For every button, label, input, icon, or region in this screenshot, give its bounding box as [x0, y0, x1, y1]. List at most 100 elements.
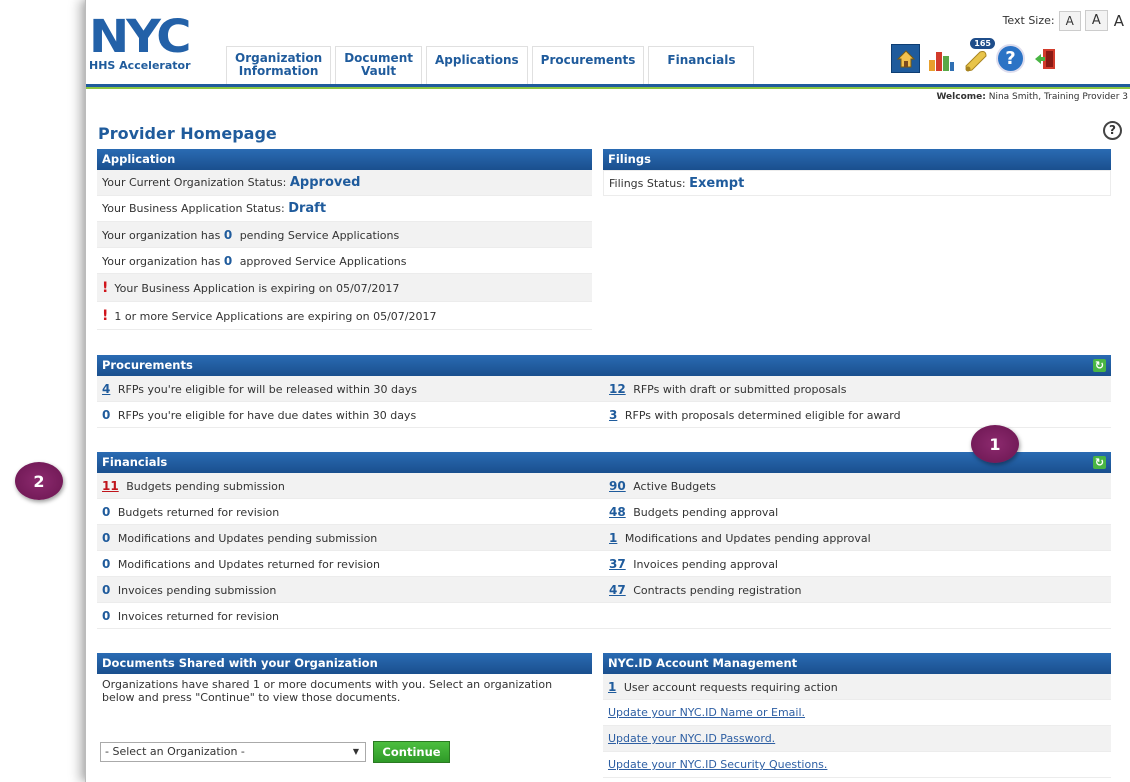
nycid-panel: NYC.ID Account Management 1 User account… — [603, 653, 1111, 778]
financials-item-text: Budgets pending approval — [633, 506, 779, 519]
tab-label: Applications — [434, 53, 519, 67]
financials-count: 0 — [102, 531, 111, 545]
text-size-small-button[interactable]: A — [1058, 10, 1081, 31]
text-size-large-button[interactable]: A — [1112, 12, 1126, 30]
rfps-release-count-link[interactable]: 4 — [102, 382, 110, 396]
financials-item-text: Invoices pending approval — [633, 558, 778, 571]
header-accent-line — [86, 87, 1130, 89]
tab-applications[interactable]: Applications — [425, 46, 528, 84]
approved-service-apps-row: Your organization has 0 approved Service… — [97, 248, 592, 274]
filings-panel-header: Filings — [603, 149, 1111, 170]
tab-organization-information[interactable]: Organization Information — [226, 46, 332, 84]
procurements-row: 4 RFPs you're eligible for will be relea… — [97, 376, 1111, 402]
financials-item-text: Invoices pending submission — [117, 584, 277, 597]
business-app-status-value: Draft — [288, 201, 327, 216]
application-panel: Application Your Current Organization St… — [97, 149, 592, 330]
pending-suffix: pending Service Applications — [239, 229, 400, 242]
nycid-panel-header: NYC.ID Account Management — [603, 653, 1111, 674]
approved-count: 0 — [223, 254, 233, 268]
financials-item-text: Budgets returned for revision — [117, 506, 280, 519]
financials-item: 0 Invoices pending submission — [97, 577, 604, 602]
header-icon-bar: 165 ? — [891, 37, 1060, 73]
text-size-label: Text Size: — [1002, 14, 1055, 27]
organization-select[interactable]: - Select an Organization - ▼ — [100, 742, 366, 762]
home-icon[interactable] — [891, 44, 920, 73]
welcome-label: Welcome: — [936, 92, 986, 102]
tab-financials[interactable]: Financials — [648, 46, 755, 84]
filings-status-label: Filings Status: — [609, 177, 686, 190]
nycid-link-row: Update your NYC.ID Security Questions. — [603, 752, 1111, 778]
procurement-item: 3 RFPs with proposals determined eligibl… — [604, 402, 901, 427]
tab-label: Financials — [667, 53, 736, 67]
financials-item: 0 Invoices returned for revision — [97, 603, 604, 628]
documents-panel-header: Documents Shared with your Organization — [97, 653, 592, 674]
application-panel-header: Application — [97, 149, 592, 170]
rfps-eligible-award-count-link[interactable]: 3 — [609, 408, 617, 422]
active-budgets-link[interactable]: 90 — [609, 479, 626, 493]
modifications-pending-approval-link[interactable]: 1 — [609, 531, 617, 545]
notifications-count-badge: 165 — [969, 37, 996, 50]
procurement-item-text: RFPs you're eligible for have due dates … — [117, 409, 417, 422]
warning-icon: ! — [102, 308, 109, 324]
budgets-pending-approval-link[interactable]: 48 — [609, 505, 626, 519]
business-app-expiry-warning: ! Your Business Application is expiring o… — [97, 274, 592, 302]
financials-item: 11 Budgets pending submission — [97, 473, 604, 498]
invoices-pending-approval-link[interactable]: 37 — [609, 557, 626, 571]
org-status-row: Your Current Organization Status: Approv… — [97, 170, 592, 196]
nyc-logo[interactable]: NYC HHS Accelerator — [89, 14, 225, 72]
continue-button[interactable]: Continue — [373, 741, 450, 763]
welcome-user: Nina Smith, Training Provider 3 — [988, 92, 1128, 102]
procurements-row: 0 RFPs you're eligible for have due date… — [97, 402, 1111, 428]
page-help-icon[interactable]: ? — [1103, 121, 1122, 140]
callout-marker-1: 1 — [971, 425, 1019, 463]
update-password-link[interactable]: Update your NYC.ID Password. — [608, 732, 775, 745]
organization-select-value: - Select an Organization - — [105, 745, 245, 758]
pending-service-apps-row: Your organization has 0 pending Service … — [97, 222, 592, 248]
help-icon[interactable]: ? — [996, 44, 1025, 73]
procurements-panel: Procurements ↻ 4 RFPs you're eligible fo… — [97, 355, 1111, 428]
financials-item: 0 Budgets returned for revision — [97, 499, 604, 524]
procurement-item: 4 RFPs you're eligible for will be relea… — [97, 376, 604, 401]
rfps-draft-count-link[interactable]: 12 — [609, 382, 626, 396]
financials-count: 0 — [102, 557, 111, 571]
account-requests-count-link[interactable]: 1 — [608, 680, 616, 694]
text-size-medium-button[interactable]: A — [1084, 10, 1108, 31]
financials-item: 90 Active Budgets — [604, 473, 716, 498]
refresh-icon[interactable]: ↻ — [1093, 456, 1106, 469]
financials-count: 0 — [102, 609, 111, 623]
tab-procurements[interactable]: Procurements — [531, 46, 645, 84]
reports-chart-icon[interactable] — [926, 44, 955, 73]
documents-panel: Documents Shared with your Organization … — [97, 653, 592, 773]
financials-item: 47 Contracts pending registration — [604, 577, 801, 602]
pending-prefix: Your organization has — [102, 229, 221, 242]
financials-row: 0 Budgets returned for revision 48 Budge… — [97, 499, 1111, 525]
update-security-questions-link[interactable]: Update your NYC.ID Security Questions. — [608, 758, 827, 771]
procurement-item-text: RFPs with draft or submitted proposals — [633, 383, 847, 396]
budgets-pending-submission-link[interactable]: 11 — [102, 479, 119, 493]
chevron-down-icon: ▼ — [352, 747, 359, 756]
financials-row: 11 Budgets pending submission 90 Active … — [97, 473, 1111, 499]
notifications-bell-icon[interactable]: 165 — [961, 37, 996, 73]
financials-item: 1 Modifications and Updates pending appr… — [604, 525, 871, 550]
financials-item: 37 Invoices pending approval — [604, 551, 778, 576]
financials-item: 48 Budgets pending approval — [604, 499, 778, 524]
warning-icon: ! — [102, 280, 109, 296]
rfps-due-count: 0 — [102, 408, 111, 422]
financials-row: 0 Modifications and Updates pending subm… — [97, 525, 1111, 551]
financials-count: 0 — [102, 505, 111, 519]
financials-item-text: Budgets pending submission — [126, 480, 285, 493]
procurement-item: 12 RFPs with draft or submitted proposal… — [604, 376, 846, 401]
financials-item-text: Modifications and Updates pending submis… — [117, 532, 378, 545]
financials-item-text: Active Budgets — [633, 480, 717, 493]
logout-icon[interactable] — [1031, 44, 1060, 73]
procurements-panel-header: Procurements ↻ — [97, 355, 1111, 376]
refresh-icon[interactable]: ↻ — [1093, 359, 1106, 372]
procurement-item-text: RFPs with proposals determined eligible … — [624, 409, 901, 422]
financials-item-text: Modifications and Updates pending approv… — [624, 532, 871, 545]
contracts-pending-registration-link[interactable]: 47 — [609, 583, 626, 597]
update-name-email-link[interactable]: Update your NYC.ID Name or Email. — [608, 706, 805, 719]
financials-item-text: Invoices returned for revision — [117, 610, 280, 623]
tab-document-vault[interactable]: Document Vault — [335, 46, 422, 84]
filings-panel: Filings Filings Status: Exempt — [603, 149, 1111, 196]
tab-label-line2: Vault — [361, 64, 397, 78]
